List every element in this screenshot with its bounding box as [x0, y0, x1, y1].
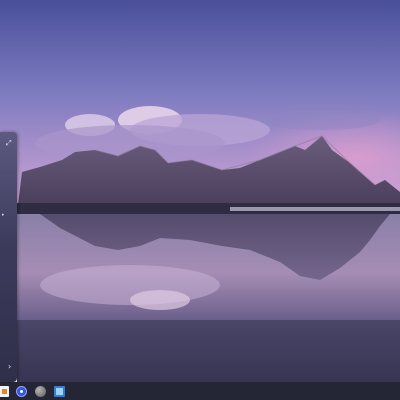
desktop: ⤢ • ›	[0, 0, 400, 400]
file-explorer-icon[interactable]	[0, 386, 9, 397]
surf-line	[230, 207, 400, 211]
window-icon[interactable]	[54, 386, 65, 397]
settings-icon[interactable]	[16, 386, 27, 397]
side-panel[interactable]: ⤢ • ›	[0, 132, 17, 382]
wet-sand-foreground	[17, 320, 400, 382]
taskbar	[0, 382, 400, 400]
chevron-right-icon[interactable]: ›	[8, 363, 11, 371]
wallpaper	[0, 0, 400, 382]
expand-icon[interactable]: ⤢	[6, 140, 12, 147]
globe-icon[interactable]	[35, 386, 46, 397]
panel-indicator: •	[1, 212, 5, 219]
